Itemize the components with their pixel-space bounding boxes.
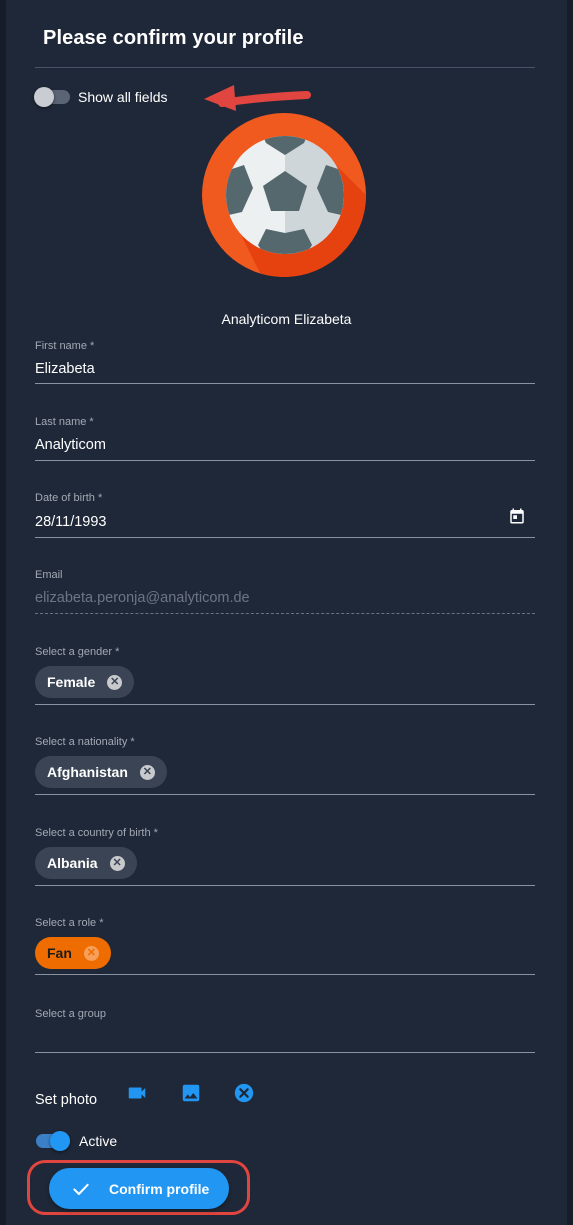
soccer-ball-icon [202,113,366,277]
remove-chip-icon[interactable]: ✕ [139,764,155,780]
confirm-profile-button[interactable]: Confirm profile [49,1168,229,1209]
confirm-profile-label: Confirm profile [109,1180,210,1197]
calendar-icon[interactable] [508,507,526,525]
country-of-birth-chip[interactable]: Albania ✕ [35,847,137,879]
show-all-fields-label: Show all fields [78,89,168,105]
email-input: elizabeta.peronja@analyticom.de [35,590,250,606]
first-name-field[interactable]: First name * Elizabeta [35,340,535,385]
group-underline [35,1052,535,1053]
email-underline [35,613,535,614]
nationality-chip-label: Afghanistan [47,764,128,780]
remove-chip-icon[interactable]: ✕ [109,855,125,871]
last-name-underline [35,460,535,461]
country-of-birth-underline [35,885,535,886]
toggle-thumb[interactable] [34,87,54,107]
active-toggle[interactable] [34,1131,70,1151]
last-name-label: Last name * [35,416,94,428]
role-chip[interactable]: Fan ✕ [35,937,111,969]
role-underline [35,974,535,975]
remove-chip-icon[interactable]: ✕ [107,674,123,690]
gender-underline [35,704,535,705]
gender-label: Select a gender * [35,646,120,658]
country-of-birth-chip-label: Albania [47,855,98,871]
annotation-arrow-icon [204,85,311,111]
window-edge-left [0,0,6,1225]
toggle-thumb[interactable] [50,1131,70,1151]
first-name-label: First name * [35,340,95,352]
group-label: Select a group [35,1008,106,1020]
last-name-field[interactable]: Last name * Analyticom [35,416,535,462]
date-of-birth-underline [35,537,535,538]
date-of-birth-field[interactable]: Date of birth * 28/11/1993 [35,492,535,539]
active-label: Active [79,1133,118,1149]
country-of-birth-label: Select a country of birth * [35,827,158,839]
window-edge-right [567,0,573,1225]
nationality-chip[interactable]: Afghanistan ✕ [35,756,167,788]
country-of-birth-select[interactable]: Select a country of birth * Albania ✕ [35,827,535,887]
role-select[interactable]: Select a role * Fan ✕ [35,917,535,977]
show-all-fields-toggle[interactable] [34,87,70,107]
nationality-select[interactable]: Select a nationality * Afghanistan ✕ [35,736,535,796]
remove-chip-icon[interactable]: ✕ [83,945,99,961]
email-field: Email elizabeta.peronja@analyticom.de [35,569,535,615]
clear-icon[interactable] [233,1082,255,1104]
set-photo-label: Set photo [35,1092,98,1108]
image-icon[interactable] [180,1082,202,1104]
profile-display-name: Analyticom Elizabeta [221,311,352,327]
nationality-underline [35,794,535,795]
last-name-input[interactable]: Analyticom [35,437,106,453]
date-of-birth-label: Date of birth * [35,492,103,504]
gender-chip[interactable]: Female ✕ [35,666,135,698]
video-camera-icon[interactable] [126,1082,148,1104]
title-divider [35,67,535,68]
first-name-underline [35,383,535,384]
role-label: Select a role * [35,917,104,929]
page-title: Please confirm your profile [43,27,304,49]
gender-select[interactable]: Select a gender * Female ✕ [35,646,535,706]
date-of-birth-input[interactable]: 28/11/1993 [35,514,107,530]
role-chip-label: Fan [47,945,72,961]
group-select[interactable]: Select a group [35,1008,535,1054]
first-name-input[interactable]: Elizabeta [35,361,95,377]
check-icon [73,1183,89,1195]
email-label: Email [35,569,63,581]
gender-chip-label: Female [47,674,96,690]
nationality-label: Select a nationality * [35,736,135,748]
